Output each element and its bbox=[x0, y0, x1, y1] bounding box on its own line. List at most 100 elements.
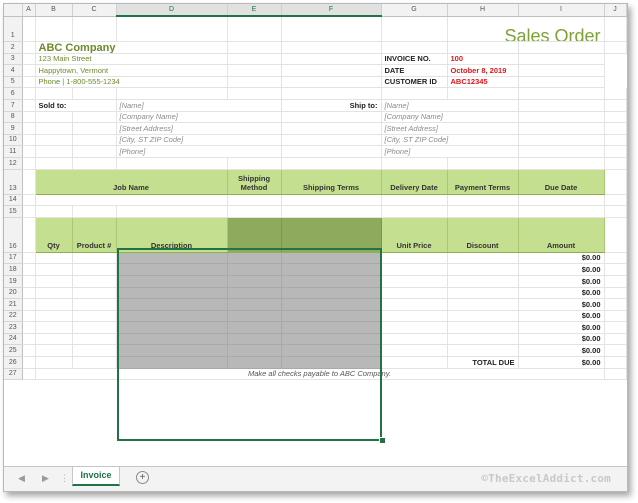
selected-cell[interactable] bbox=[227, 287, 282, 300]
row-header[interactable]: 17 bbox=[4, 252, 23, 265]
column-header[interactable]: D bbox=[116, 4, 228, 17]
cell[interactable] bbox=[227, 76, 282, 89]
cell[interactable] bbox=[116, 157, 228, 170]
unit-price-cell[interactable] bbox=[381, 287, 448, 300]
cell[interactable] bbox=[518, 99, 605, 112]
cell[interactable] bbox=[381, 205, 448, 218]
selected-cell[interactable] bbox=[281, 344, 382, 358]
product-header[interactable]: Product # bbox=[72, 217, 117, 253]
customer-id-value[interactable]: ABC12345 bbox=[447, 76, 519, 89]
invoice-no-value[interactable]: 100 bbox=[447, 53, 519, 66]
discount-cell[interactable] bbox=[447, 252, 519, 265]
row-header[interactable]: 4 bbox=[4, 64, 23, 77]
cell[interactable] bbox=[35, 122, 73, 135]
selected-header-cell[interactable] bbox=[227, 217, 282, 253]
amount-header[interactable]: Amount bbox=[518, 217, 605, 253]
row-header[interactable]: 9 bbox=[4, 122, 23, 135]
qty-cell[interactable] bbox=[35, 287, 73, 300]
cell[interactable] bbox=[604, 134, 627, 147]
company-street[interactable]: 123 Main Street bbox=[35, 53, 228, 66]
cell[interactable] bbox=[22, 344, 36, 358]
amount-cell[interactable]: $0.00 bbox=[518, 310, 605, 323]
total-due-value[interactable]: $0.00 bbox=[518, 356, 605, 369]
cell[interactable] bbox=[604, 298, 627, 311]
cell[interactable] bbox=[281, 134, 382, 147]
unit-price-cell[interactable] bbox=[381, 344, 448, 358]
shipping-method-cell[interactable] bbox=[227, 194, 282, 207]
cell[interactable] bbox=[22, 310, 36, 323]
sold-to-line[interactable]: [Phone] bbox=[116, 145, 282, 158]
cell[interactable] bbox=[281, 64, 382, 77]
amount-cell[interactable]: $0.00 bbox=[518, 333, 605, 346]
cell[interactable] bbox=[72, 87, 117, 100]
row-header[interactable]: 7 bbox=[4, 99, 23, 112]
shipping-method-header[interactable]: Shipping Method bbox=[227, 169, 282, 195]
shipping-terms-cell[interactable] bbox=[281, 194, 382, 207]
cell[interactable] bbox=[227, 53, 282, 66]
discount-cell[interactable] bbox=[447, 263, 519, 276]
discount-cell[interactable] bbox=[447, 275, 519, 288]
cell[interactable] bbox=[72, 122, 117, 135]
qty-cell[interactable] bbox=[35, 344, 73, 358]
sold-to-line[interactable]: [Name] bbox=[116, 99, 282, 112]
cell[interactable] bbox=[518, 64, 605, 77]
row-header[interactable]: 26 bbox=[4, 356, 23, 369]
row-header[interactable]: 5 bbox=[4, 76, 23, 89]
selected-cell[interactable] bbox=[227, 333, 282, 346]
cell[interactable] bbox=[518, 205, 605, 218]
row-header[interactable]: 15 bbox=[4, 205, 23, 218]
cell[interactable] bbox=[22, 333, 36, 346]
qty-cell[interactable] bbox=[35, 252, 73, 265]
cell[interactable] bbox=[604, 217, 627, 253]
description-cell[interactable] bbox=[116, 321, 228, 334]
ship-to-label[interactable]: Ship to: bbox=[281, 99, 382, 112]
payment-terms-header[interactable]: Payment Terms bbox=[447, 169, 519, 195]
cell[interactable] bbox=[72, 145, 117, 158]
sheet-tab-invoice[interactable]: Invoice bbox=[72, 467, 120, 486]
cell[interactable] bbox=[381, 41, 448, 54]
amount-cell[interactable]: $0.00 bbox=[518, 287, 605, 300]
cell[interactable] bbox=[604, 157, 627, 170]
cell[interactable] bbox=[281, 76, 382, 89]
cell[interactable] bbox=[227, 205, 282, 218]
selected-cell[interactable] bbox=[281, 263, 382, 276]
cell[interactable] bbox=[281, 111, 382, 124]
column-header[interactable]: E bbox=[227, 4, 282, 17]
cell[interactable] bbox=[22, 41, 36, 54]
qty-cell[interactable] bbox=[35, 310, 73, 323]
cell[interactable] bbox=[116, 87, 228, 100]
row-header[interactable]: 13 bbox=[4, 169, 23, 195]
cell[interactable] bbox=[22, 157, 36, 170]
cell[interactable] bbox=[604, 321, 627, 334]
fill-handle[interactable] bbox=[379, 437, 386, 444]
selected-cell[interactable] bbox=[227, 310, 282, 323]
cell[interactable] bbox=[35, 134, 73, 147]
row-header[interactable]: 19 bbox=[4, 275, 23, 288]
cell[interactable] bbox=[604, 275, 627, 288]
cell[interactable] bbox=[518, 76, 605, 89]
row-header[interactable]: 8 bbox=[4, 111, 23, 124]
cell[interactable] bbox=[381, 16, 448, 42]
cell[interactable] bbox=[604, 99, 627, 112]
discount-cell[interactable] bbox=[447, 321, 519, 334]
row-header[interactable]: 27 bbox=[4, 368, 23, 381]
cell[interactable] bbox=[22, 368, 36, 381]
product-cell[interactable] bbox=[72, 287, 117, 300]
cell[interactable] bbox=[604, 111, 627, 124]
unit-price-cell[interactable] bbox=[381, 321, 448, 334]
selected-cell[interactable] bbox=[227, 252, 282, 265]
column-header[interactable]: F bbox=[281, 4, 382, 17]
cell[interactable] bbox=[22, 53, 36, 66]
cell[interactable] bbox=[604, 41, 627, 54]
cell[interactable] bbox=[604, 87, 627, 100]
unit-price-cell[interactable] bbox=[381, 310, 448, 323]
column-header[interactable]: J bbox=[604, 4, 627, 17]
amount-cell[interactable]: $0.00 bbox=[518, 344, 605, 358]
cell[interactable] bbox=[281, 205, 382, 218]
selected-cell[interactable] bbox=[281, 287, 382, 300]
cell[interactable] bbox=[72, 205, 117, 218]
cell[interactable] bbox=[447, 87, 519, 100]
selected-cell[interactable] bbox=[281, 275, 382, 288]
cell[interactable] bbox=[604, 252, 627, 265]
cell[interactable] bbox=[281, 87, 382, 100]
